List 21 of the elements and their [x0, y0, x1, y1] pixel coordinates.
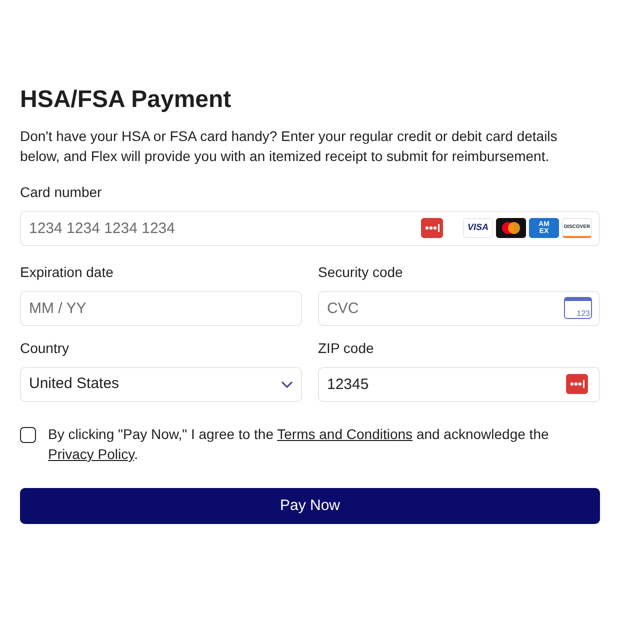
cvc-card-icon: 123 — [564, 297, 592, 319]
mastercard-logo — [496, 218, 526, 238]
zip-code-field[interactable]: 12345 — [318, 367, 600, 402]
consent-checkbox[interactable] — [20, 427, 36, 443]
expiration-field[interactable]: MM / YY — [20, 291, 302, 326]
field-label: Security code — [318, 263, 404, 282]
field-label: ZIP code — [318, 339, 375, 358]
visa-logo: VISA — [463, 218, 493, 238]
password-manager-icon[interactable] — [566, 374, 588, 394]
description: Don't have your HSA or FSA card handy? Enter your regular credit or debit card details below, and Flex will provide you with an itemized receipt to submit for reimbursement. — [20, 127, 558, 166]
privacy-link[interactable]: Privacy Policy — [48, 446, 134, 462]
page-title: HSA/FSA Payment — [20, 85, 232, 115]
field-label: Expiration date — [20, 263, 114, 282]
field-label: Country — [20, 339, 70, 358]
password-manager-icon[interactable] — [421, 218, 443, 238]
consent-text: By clicking "Pay Now," I agree to the Terms and Conditions and acknowledge the Privacy Policy. — [48, 425, 550, 464]
pay-now-button[interactable]: Pay Now — [20, 488, 600, 524]
country-select[interactable]: United States — [20, 367, 302, 402]
field-label: Card number — [20, 183, 103, 202]
terms-link[interactable]: Terms and Conditions — [277, 426, 413, 442]
chevron-down-icon — [281, 380, 293, 388]
